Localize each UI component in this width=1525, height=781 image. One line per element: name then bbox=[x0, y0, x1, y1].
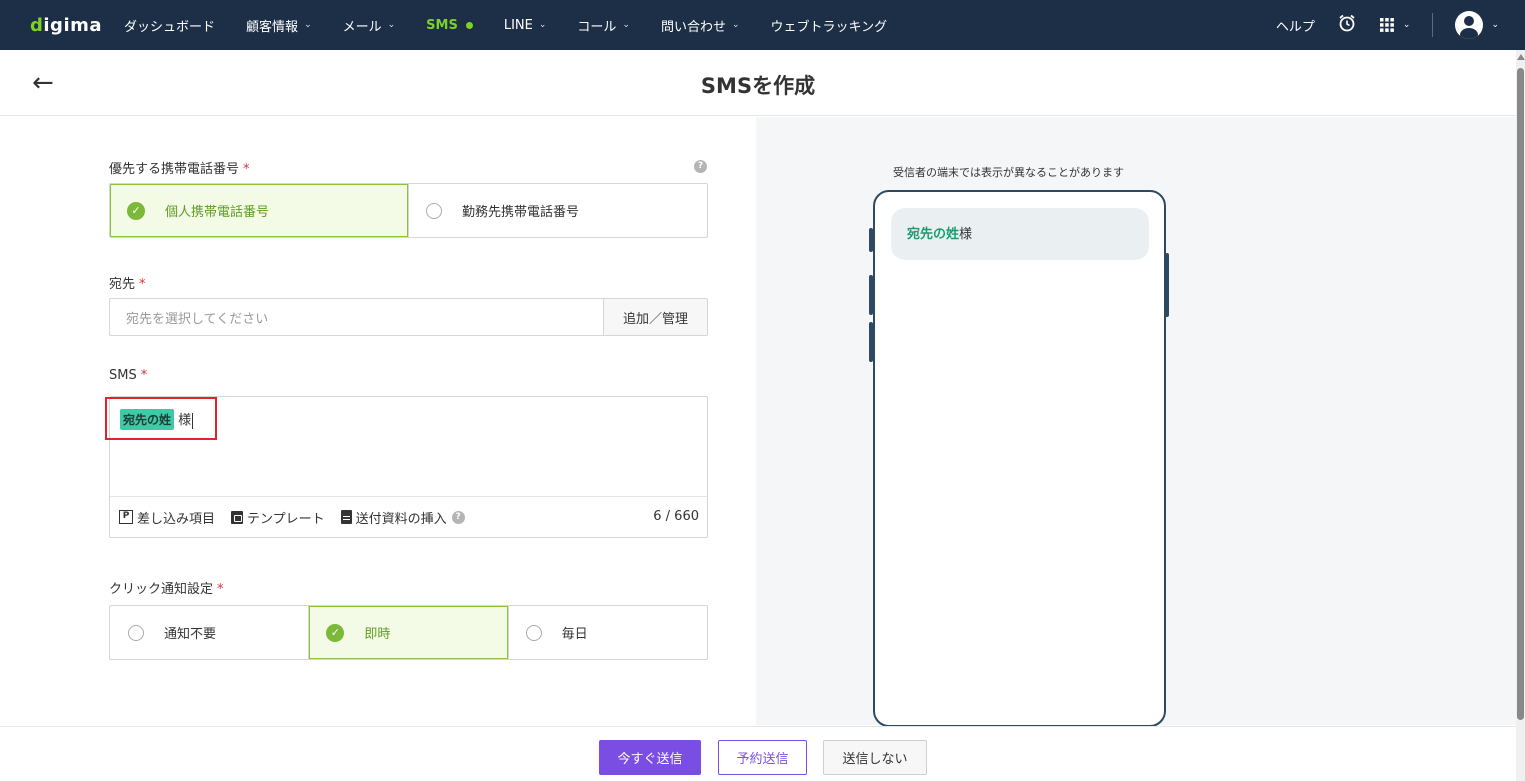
logo-text: igima bbox=[43, 14, 103, 36]
divider bbox=[1432, 13, 1434, 37]
sms-preview-panel: 受信者の端末では表示が異なることがあります 宛先の姓様 bbox=[756, 117, 1516, 727]
recipient-label: 宛先 * bbox=[109, 273, 146, 292]
chevron-down-icon: ⌄ bbox=[387, 20, 396, 30]
nav-label: メール bbox=[342, 19, 382, 35]
insert-attachment-button[interactable]: 送付資料の挿入 ? bbox=[340, 508, 465, 527]
option-label: 即時 bbox=[364, 627, 391, 642]
required-mark: * bbox=[243, 162, 250, 177]
nav-inquiry[interactable]: 問い合わせ ⌄ bbox=[661, 16, 740, 35]
radio-icon bbox=[128, 624, 144, 641]
nav-label: ダッシュボード bbox=[124, 19, 216, 35]
chevron-down-icon: ⌄ bbox=[622, 20, 630, 30]
required-mark: * bbox=[140, 368, 148, 383]
required-mark: * bbox=[217, 582, 224, 597]
nav-label: ウェブトラッキング bbox=[770, 19, 888, 35]
user-menu[interactable]: ⌄ bbox=[1455, 11, 1499, 39]
chevron-down-icon: ⌄ bbox=[304, 20, 312, 30]
apps-grid-icon[interactable]: ⌄ bbox=[1379, 17, 1411, 33]
click-notify-label: クリック通知設定 * bbox=[109, 578, 224, 597]
scrollbar-thumb[interactable] bbox=[1517, 68, 1524, 720]
nav-web-tracking[interactable]: ウェブトラッキング bbox=[771, 16, 888, 35]
schedule-send-button[interactable]: 予約送信 bbox=[718, 740, 807, 775]
nav-right-tools: ヘルプ ⌄ ⌄ bbox=[1254, 0, 1499, 50]
nav-line[interactable]: LINE ⌄ bbox=[504, 18, 547, 33]
preview-var: 宛先の姓 bbox=[907, 227, 960, 242]
merge-field-button[interactable]: P 差し込み項目 bbox=[119, 508, 215, 527]
active-dot-icon bbox=[465, 21, 473, 29]
option-personal-mobile[interactable]: ✓ 個人携帯電話番号 bbox=[110, 184, 409, 237]
action-footer: 今すぐ送信 予約送信 送信しない bbox=[0, 726, 1516, 781]
nav-customer-info[interactable]: 顧客情報 ⌄ bbox=[246, 16, 312, 35]
option-work-mobile[interactable]: 勤務先携帯電話番号 bbox=[409, 184, 707, 237]
nav-call[interactable]: コール ⌄ bbox=[577, 16, 630, 35]
click-notify-selector: 通知不要 ✓ 即時 毎日 bbox=[109, 605, 708, 660]
label-text: クリック通知設定 bbox=[109, 582, 214, 597]
logo-accent: d bbox=[30, 14, 44, 36]
sms-label: SMS * bbox=[109, 368, 147, 383]
help-link[interactable]: ヘルプ bbox=[1276, 16, 1315, 35]
check-circle-icon: ✓ bbox=[326, 623, 345, 642]
nav-label: SMS bbox=[426, 17, 458, 33]
check-circle-icon: ✓ bbox=[127, 201, 145, 220]
help-icon[interactable]: ? bbox=[451, 510, 465, 524]
top-navigation-bar: d igima ダッシュボード 顧客情報 ⌄ メール ⌄ SMS LINE ⌄ コール ⌄… bbox=[0, 0, 1525, 50]
template-button[interactable]: テンプレート bbox=[231, 508, 325, 527]
nav-dashboard[interactable]: ダッシュボード bbox=[124, 16, 215, 35]
option-daily[interactable]: 毎日 bbox=[509, 606, 707, 659]
option-label: 通知不要 bbox=[164, 627, 217, 642]
recipient-field: 宛先を選択してください 追加／管理 bbox=[109, 298, 708, 336]
phone-mockup: 宛先の姓様 bbox=[873, 190, 1166, 727]
preview-text: 様 bbox=[959, 227, 973, 242]
chevron-down-icon: ⌄ bbox=[1491, 20, 1499, 30]
vertical-scrollbar[interactable] bbox=[1516, 50, 1525, 781]
tool-label: 差し込み項目 bbox=[137, 511, 216, 527]
label-text: 宛先 bbox=[109, 277, 136, 292]
label-text: SMS bbox=[109, 368, 137, 383]
main-menu: ダッシュボード 顧客情報 ⌄ メール ⌄ SMS LINE ⌄ コール ⌄ 問い合わせ ⌄… bbox=[124, 16, 918, 35]
page-header: ← SMSを作成 bbox=[0, 50, 1516, 116]
option-label: 毎日 bbox=[561, 627, 588, 642]
chevron-down-icon: ⌄ bbox=[538, 20, 547, 30]
highlight-box bbox=[105, 397, 217, 440]
option-immediate[interactable]: ✓ 即時 bbox=[309, 606, 509, 659]
option-no-notify[interactable]: 通知不要 bbox=[110, 606, 310, 659]
nav-label: LINE bbox=[503, 17, 533, 33]
option-label: 個人携帯電話番号 bbox=[165, 205, 270, 220]
document-icon bbox=[340, 510, 352, 524]
required-mark: * bbox=[139, 277, 146, 292]
nav-label: 顧客情報 bbox=[246, 19, 299, 35]
send-now-button[interactable]: 今すぐ送信 bbox=[599, 740, 701, 775]
tool-label: 送付資料の挿入 bbox=[355, 511, 447, 527]
page-title: SMSを作成 bbox=[700, 74, 816, 98]
nav-label: コール bbox=[577, 19, 617, 35]
message-bubble: 宛先の姓様 bbox=[891, 208, 1149, 260]
nav-sms[interactable]: SMS bbox=[426, 18, 473, 33]
character-counter: 6 / 660 bbox=[653, 509, 699, 524]
dont-send-button[interactable]: 送信しない bbox=[823, 740, 927, 775]
template-icon bbox=[231, 510, 244, 524]
preview-note: 受信者の端末では表示が異なることがあります bbox=[893, 166, 1124, 179]
radio-icon bbox=[426, 202, 442, 219]
alarm-clock-icon[interactable] bbox=[1337, 13, 1357, 37]
help-icon[interactable]: ? bbox=[694, 160, 707, 173]
sms-toolbar: P 差し込み項目 テンプレート 送付資料の挿入 ? 6 / 660 bbox=[110, 497, 707, 537]
recipient-input[interactable]: 宛先を選択してください bbox=[110, 299, 603, 335]
option-label: 勤務先携帯電話番号 bbox=[462, 205, 580, 220]
tool-label: テンプレート bbox=[247, 511, 325, 527]
nav-label: 問い合わせ bbox=[660, 19, 726, 35]
avatar-icon bbox=[1455, 11, 1484, 39]
digima-logo[interactable]: d igima bbox=[30, 15, 102, 36]
add-manage-button[interactable]: 追加／管理 bbox=[603, 299, 707, 335]
scroll-up-icon[interactable] bbox=[1517, 54, 1525, 60]
nav-mail[interactable]: メール ⌄ bbox=[343, 16, 396, 35]
merge-field-icon: P bbox=[119, 510, 133, 524]
chevron-down-icon: ⌄ bbox=[731, 20, 740, 30]
phone-priority-selector: ✓ 個人携帯電話番号 勤務先携帯電話番号 bbox=[109, 183, 708, 238]
phone-priority-label: 優先する携帯電話番号 * bbox=[109, 158, 250, 177]
label-text: 優先する携帯電話番号 bbox=[109, 162, 240, 177]
chevron-down-icon: ⌄ bbox=[1402, 20, 1411, 30]
radio-icon bbox=[525, 624, 542, 641]
